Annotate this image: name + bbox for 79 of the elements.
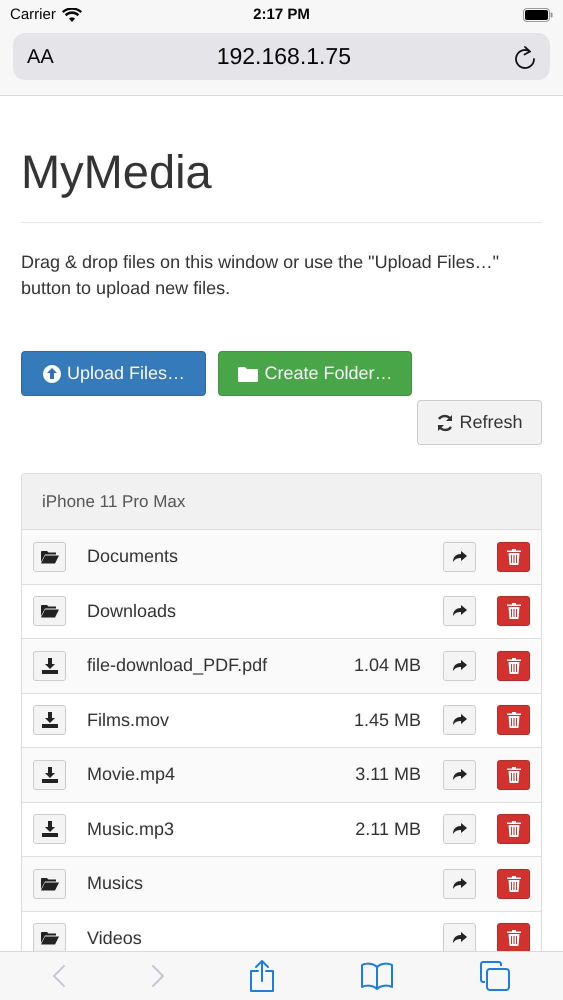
wifi-icon — [62, 8, 82, 22]
move-button[interactable] — [443, 760, 476, 790]
download-button[interactable] — [33, 705, 66, 736]
file-size: 3.11 MB — [355, 763, 421, 786]
file-size: 1.45 MB — [354, 708, 421, 732]
trash-icon — [506, 548, 520, 565]
open-folder-button[interactable] — [33, 596, 66, 626]
share-icon[interactable] — [249, 959, 276, 993]
trash-icon — [506, 876, 520, 892]
share-arrow-icon — [452, 550, 466, 563]
delete-button[interactable] — [497, 814, 530, 844]
delete-button[interactable] — [497, 923, 530, 951]
delete-button[interactable] — [497, 650, 530, 681]
item-name[interactable]: Music.mp3 — [87, 816, 356, 843]
share-arrow-icon — [452, 714, 466, 726]
upload-icon — [42, 364, 62, 384]
address-bar[interactable]: AA 192.168.1.75 — [13, 33, 550, 80]
move-button[interactable] — [443, 705, 476, 736]
item-name[interactable]: Downloads — [87, 598, 443, 625]
move-button[interactable] — [443, 650, 476, 681]
upload-files-button[interactable]: Upload Files… — [21, 351, 206, 396]
panel-heading: iPhone 11 Pro Max — [22, 474, 541, 530]
open-folder-icon — [40, 550, 58, 564]
item-name[interactable]: Movie.mp4 — [87, 761, 356, 788]
refresh-button[interactable]: Refresh — [417, 400, 542, 445]
open-folder-button[interactable] — [33, 542, 66, 572]
share-arrow-icon — [452, 768, 466, 781]
share-arrow-icon — [452, 878, 466, 890]
trash-icon — [506, 930, 520, 946]
open-folder-button[interactable] — [33, 868, 66, 899]
delete-button[interactable] — [497, 705, 530, 736]
battery-icon — [523, 8, 553, 22]
download-button[interactable] — [33, 760, 66, 790]
url-text: 192.168.1.75 — [216, 42, 351, 72]
file-size: 1.04 MB — [354, 654, 421, 678]
share-arrow-icon — [452, 605, 466, 618]
item-name[interactable]: Documents — [87, 543, 443, 570]
delete-button[interactable] — [497, 760, 530, 790]
download-button[interactable] — [33, 650, 66, 681]
download-icon — [42, 766, 58, 783]
trash-icon — [506, 821, 520, 838]
clock-time: 2:17 PM — [253, 4, 310, 25]
open-folder-icon — [40, 604, 58, 618]
delete-button[interactable] — [497, 542, 530, 572]
book-icon[interactable] — [360, 962, 394, 990]
download-icon — [42, 821, 58, 838]
open-folder-icon — [40, 876, 58, 891]
delete-button[interactable] — [497, 868, 530, 899]
folder-icon — [237, 364, 260, 382]
delete-button[interactable] — [497, 596, 530, 626]
intro-text: Drag & drop files on this window or use the "Upload Files…" button to upload new files. — [21, 251, 500, 300]
tabs-icon[interactable] — [478, 960, 511, 992]
open-folder-button[interactable] — [33, 923, 66, 951]
refresh-icon — [436, 414, 454, 432]
move-button[interactable] — [443, 814, 476, 844]
share-arrow-icon — [452, 932, 466, 944]
trash-icon — [506, 712, 520, 728]
move-button[interactable] — [443, 868, 476, 899]
text-size-button[interactable]: AA — [27, 42, 54, 72]
reload-icon[interactable] — [514, 44, 536, 68]
item-name[interactable]: Films.mov — [87, 706, 354, 734]
carrier-label: Carrier — [10, 4, 56, 25]
share-arrow-icon — [452, 823, 466, 836]
item-name[interactable]: Musics — [87, 870, 443, 898]
move-button[interactable] — [443, 596, 476, 626]
item-name[interactable]: file-download_PDF.pdf — [87, 652, 354, 680]
move-button[interactable] — [443, 923, 476, 951]
file-size: 2.11 MB — [355, 818, 421, 841]
download-button[interactable] — [33, 814, 66, 844]
item-name[interactable]: Videos — [87, 924, 443, 951]
download-icon — [42, 712, 58, 728]
page-title: MyMedia — [21, 144, 213, 200]
move-button[interactable] — [443, 542, 476, 572]
trash-icon — [506, 766, 520, 783]
trash-icon — [506, 658, 520, 674]
open-folder-icon — [40, 931, 58, 946]
download-icon — [42, 658, 58, 674]
trash-icon — [506, 603, 520, 620]
share-arrow-icon — [452, 660, 466, 672]
